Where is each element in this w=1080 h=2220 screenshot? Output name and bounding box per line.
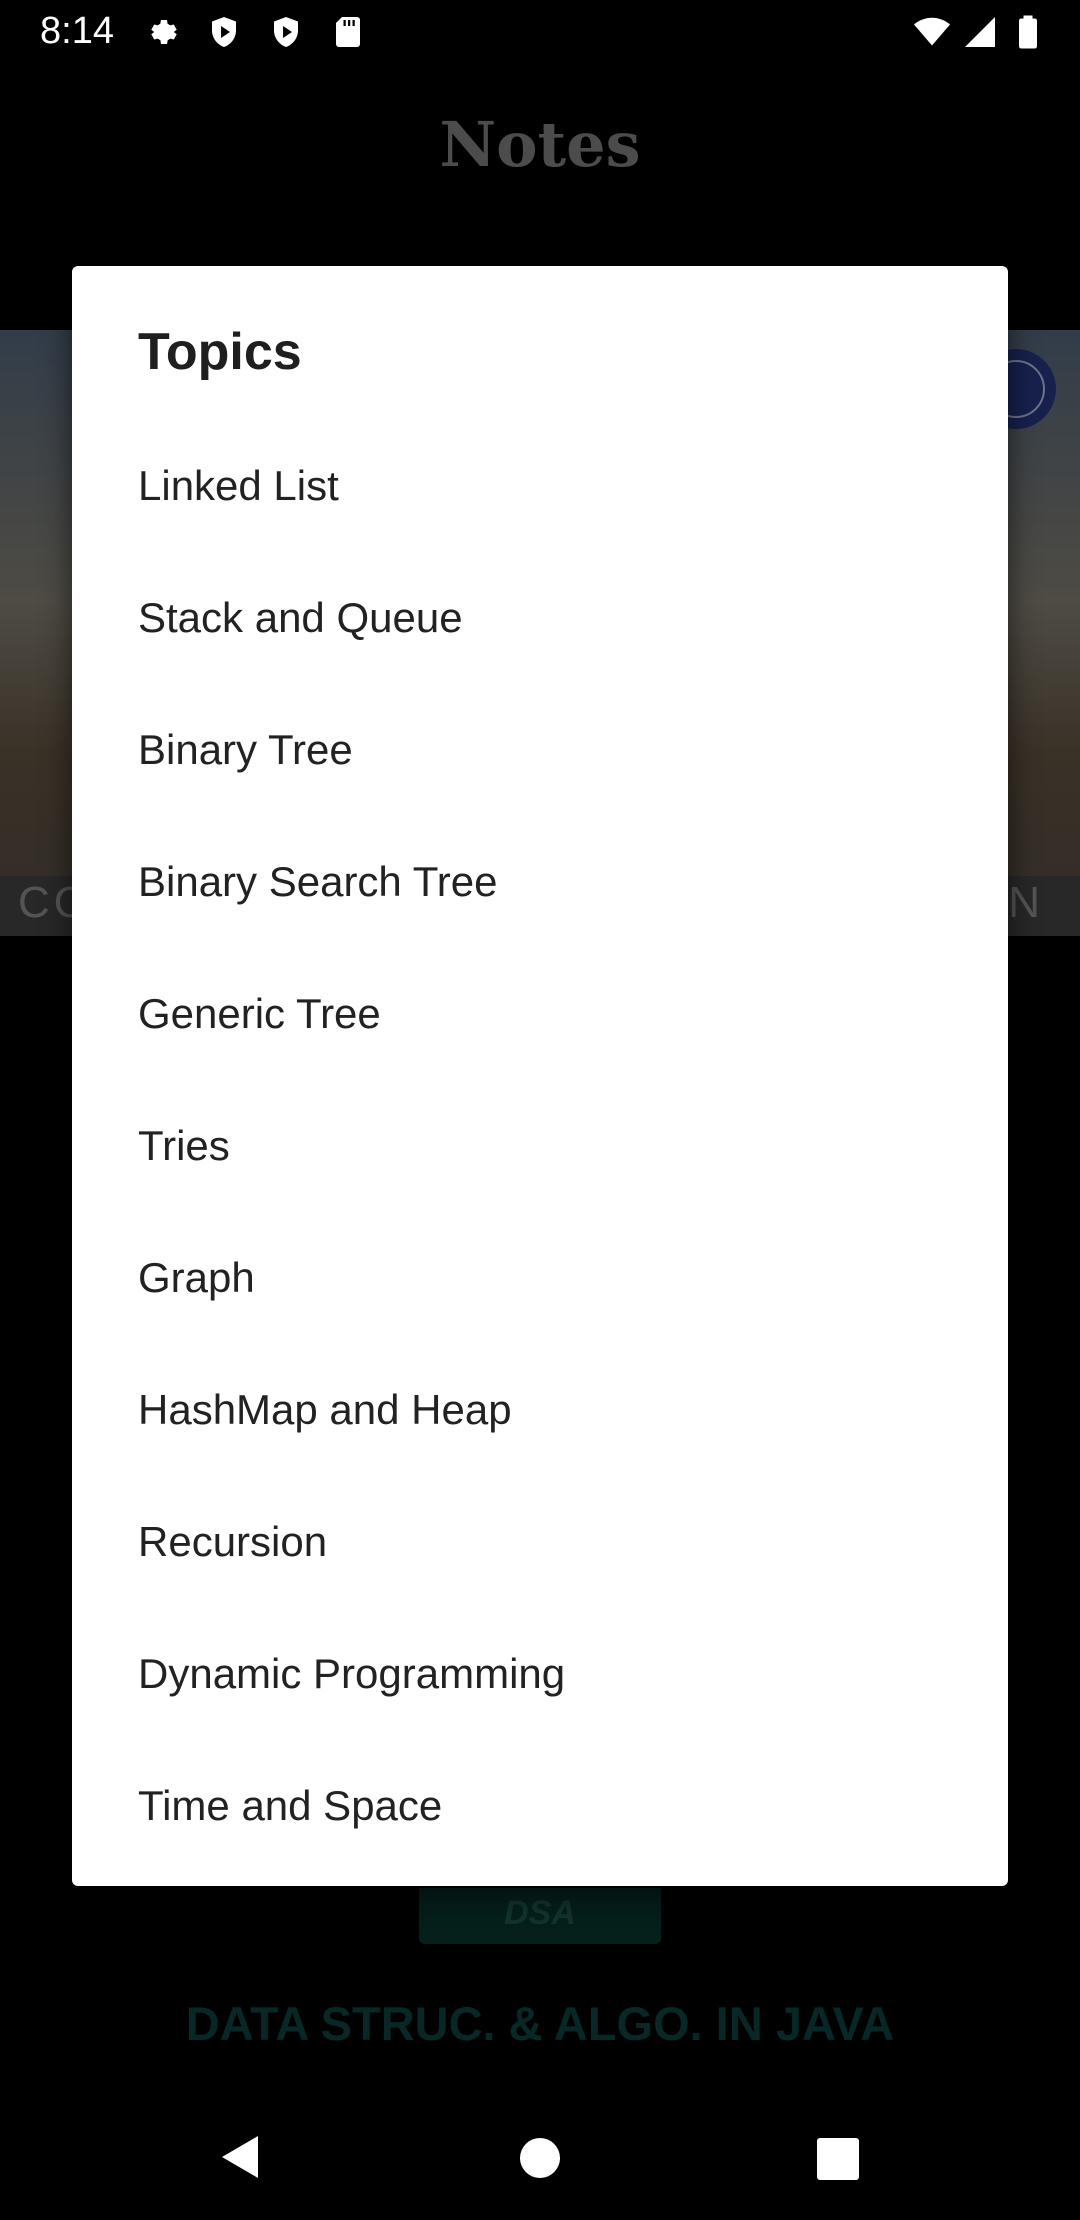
topic-item-linked-list[interactable]: Linked List [72, 420, 1008, 552]
recents-icon[interactable] [817, 2138, 859, 2180]
back-icon[interactable] [218, 2132, 262, 2182]
topic-item-binary-search-tree[interactable]: Binary Search Tree [72, 816, 1008, 948]
topic-list: Linked List Stack and Queue Binary Tree … [72, 420, 1008, 1872]
sd-card-icon [336, 17, 360, 47]
status-time: 8:14 [40, 10, 114, 52]
battery-icon [1019, 15, 1037, 49]
signal-icon [965, 17, 995, 47]
settings-icon [151, 20, 177, 44]
wifi-icon [914, 17, 950, 46]
play-protect-icon [212, 17, 236, 47]
navigation-bar [0, 2096, 1080, 2220]
topic-item-recursion[interactable]: Recursion [72, 1476, 1008, 1608]
topic-item-stack-and-queue[interactable]: Stack and Queue [72, 552, 1008, 684]
topic-item-generic-tree[interactable]: Generic Tree [72, 948, 1008, 1080]
topics-dialog: Topics Linked List Stack and Queue Binar… [72, 266, 1008, 1886]
topic-item-tries[interactable]: Tries [72, 1080, 1008, 1212]
play-protect-icon [274, 17, 298, 47]
status-bar: 8:14 [0, 0, 1080, 66]
topic-item-dynamic-programming[interactable]: Dynamic Programming [72, 1608, 1008, 1740]
home-icon[interactable] [520, 2138, 560, 2178]
topic-item-binary-tree[interactable]: Binary Tree [72, 684, 1008, 816]
dialog-title: Topics [138, 323, 302, 381]
topic-item-time-and-space[interactable]: Time and Space [72, 1740, 1008, 1872]
topic-item-hashmap-and-heap[interactable]: HashMap and Heap [72, 1344, 1008, 1476]
topic-item-graph[interactable]: Graph [72, 1212, 1008, 1344]
